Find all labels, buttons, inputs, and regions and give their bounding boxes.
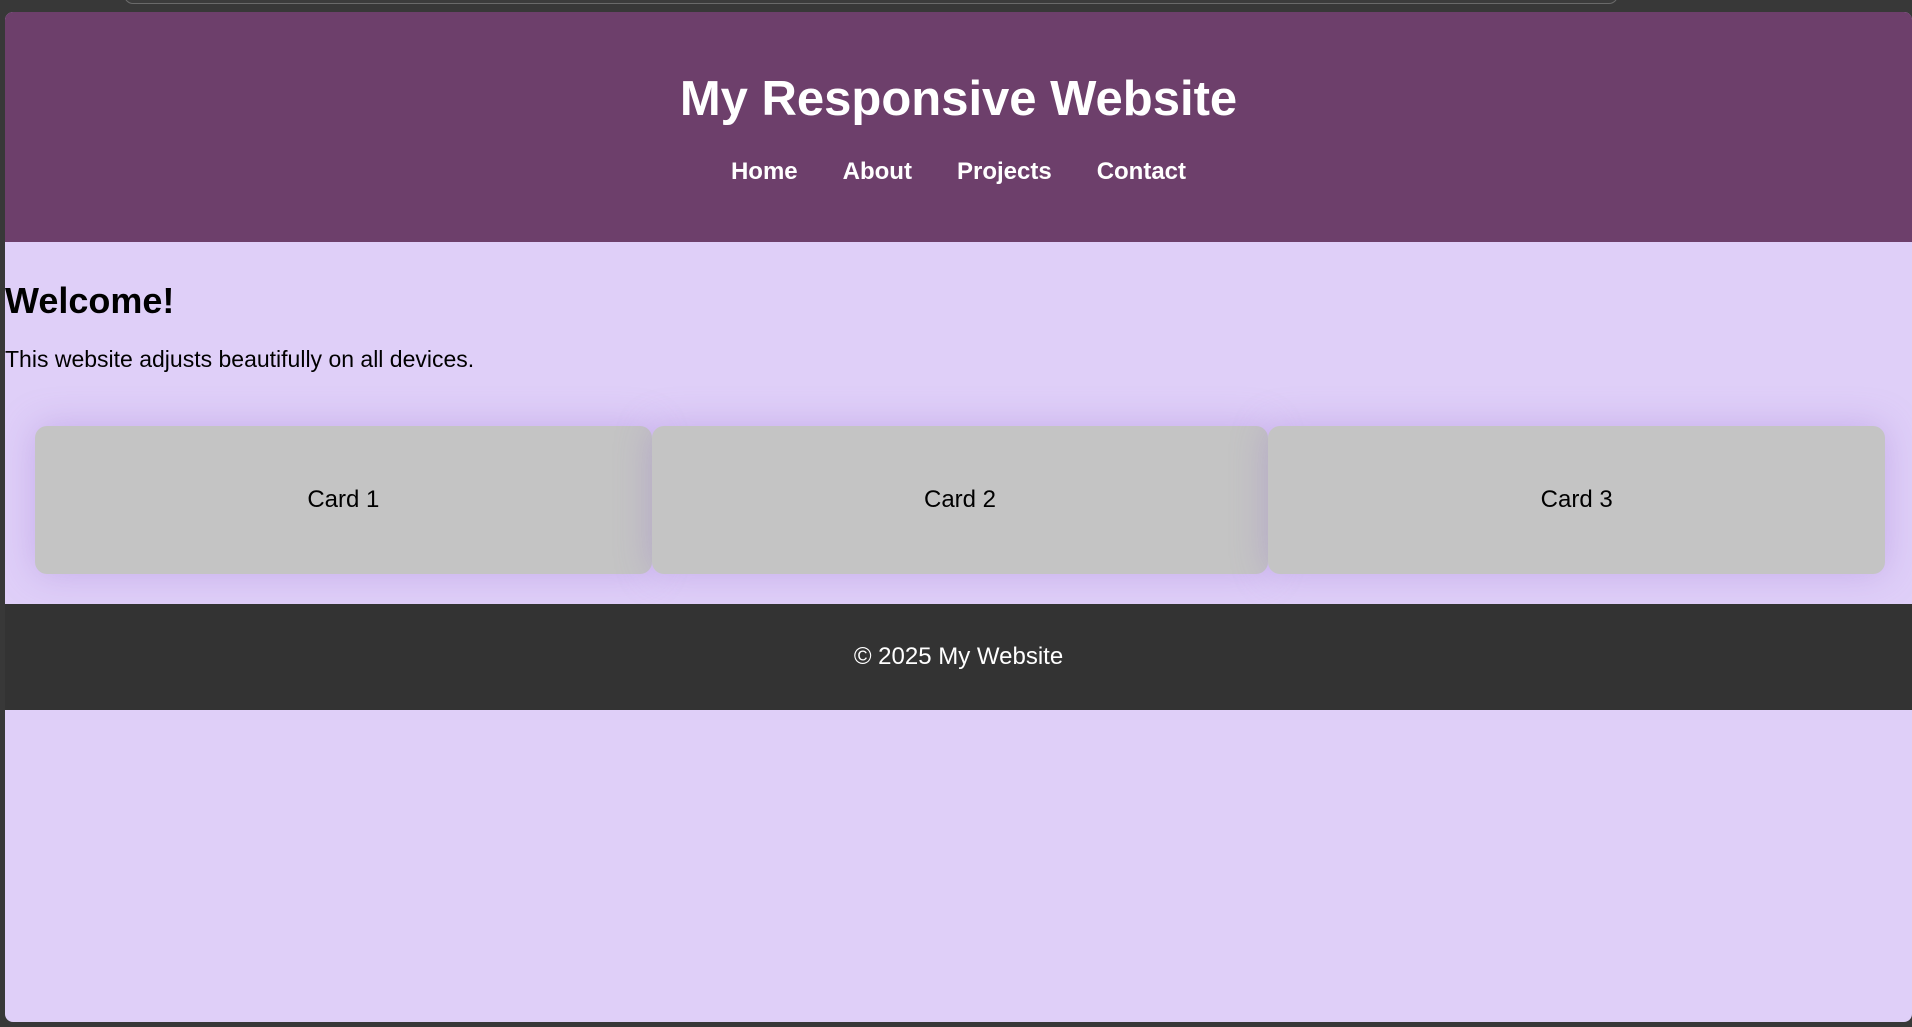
site-header: My Responsive Website Home About Project… (5, 12, 1912, 242)
card-1: Card 1 (35, 426, 652, 574)
main-nav: Home About Projects Contact (5, 158, 1912, 186)
nav-link-home[interactable]: Home (731, 158, 798, 186)
browser-bottom-strip (0, 1022, 1912, 1027)
nav-link-about[interactable]: About (843, 158, 912, 186)
card-row: Card 1 Card 2 Card 3 (35, 426, 1886, 574)
browser-top-strip (0, 0, 1912, 12)
site-title: My Responsive Website (679, 72, 1238, 126)
tagline-text: This website adjusts beautifully on all … (5, 346, 475, 372)
card-2: Card 2 (651, 426, 1269, 574)
footer-copyright: © 2025 My Website (853, 643, 1064, 670)
nav-link-contact[interactable]: Contact (1097, 158, 1186, 186)
card-3: Card 3 (1268, 426, 1886, 574)
address-bar[interactable] (124, 0, 1618, 4)
page-viewport: My Responsive Website Home About Project… (5, 12, 1912, 1022)
welcome-heading: Welcome! (5, 280, 175, 321)
site-footer: © 2025 My Website (5, 604, 1912, 710)
main-content: Welcome! This website adjusts beautifull… (5, 242, 1912, 604)
nav-link-projects[interactable]: Projects (957, 158, 1052, 186)
